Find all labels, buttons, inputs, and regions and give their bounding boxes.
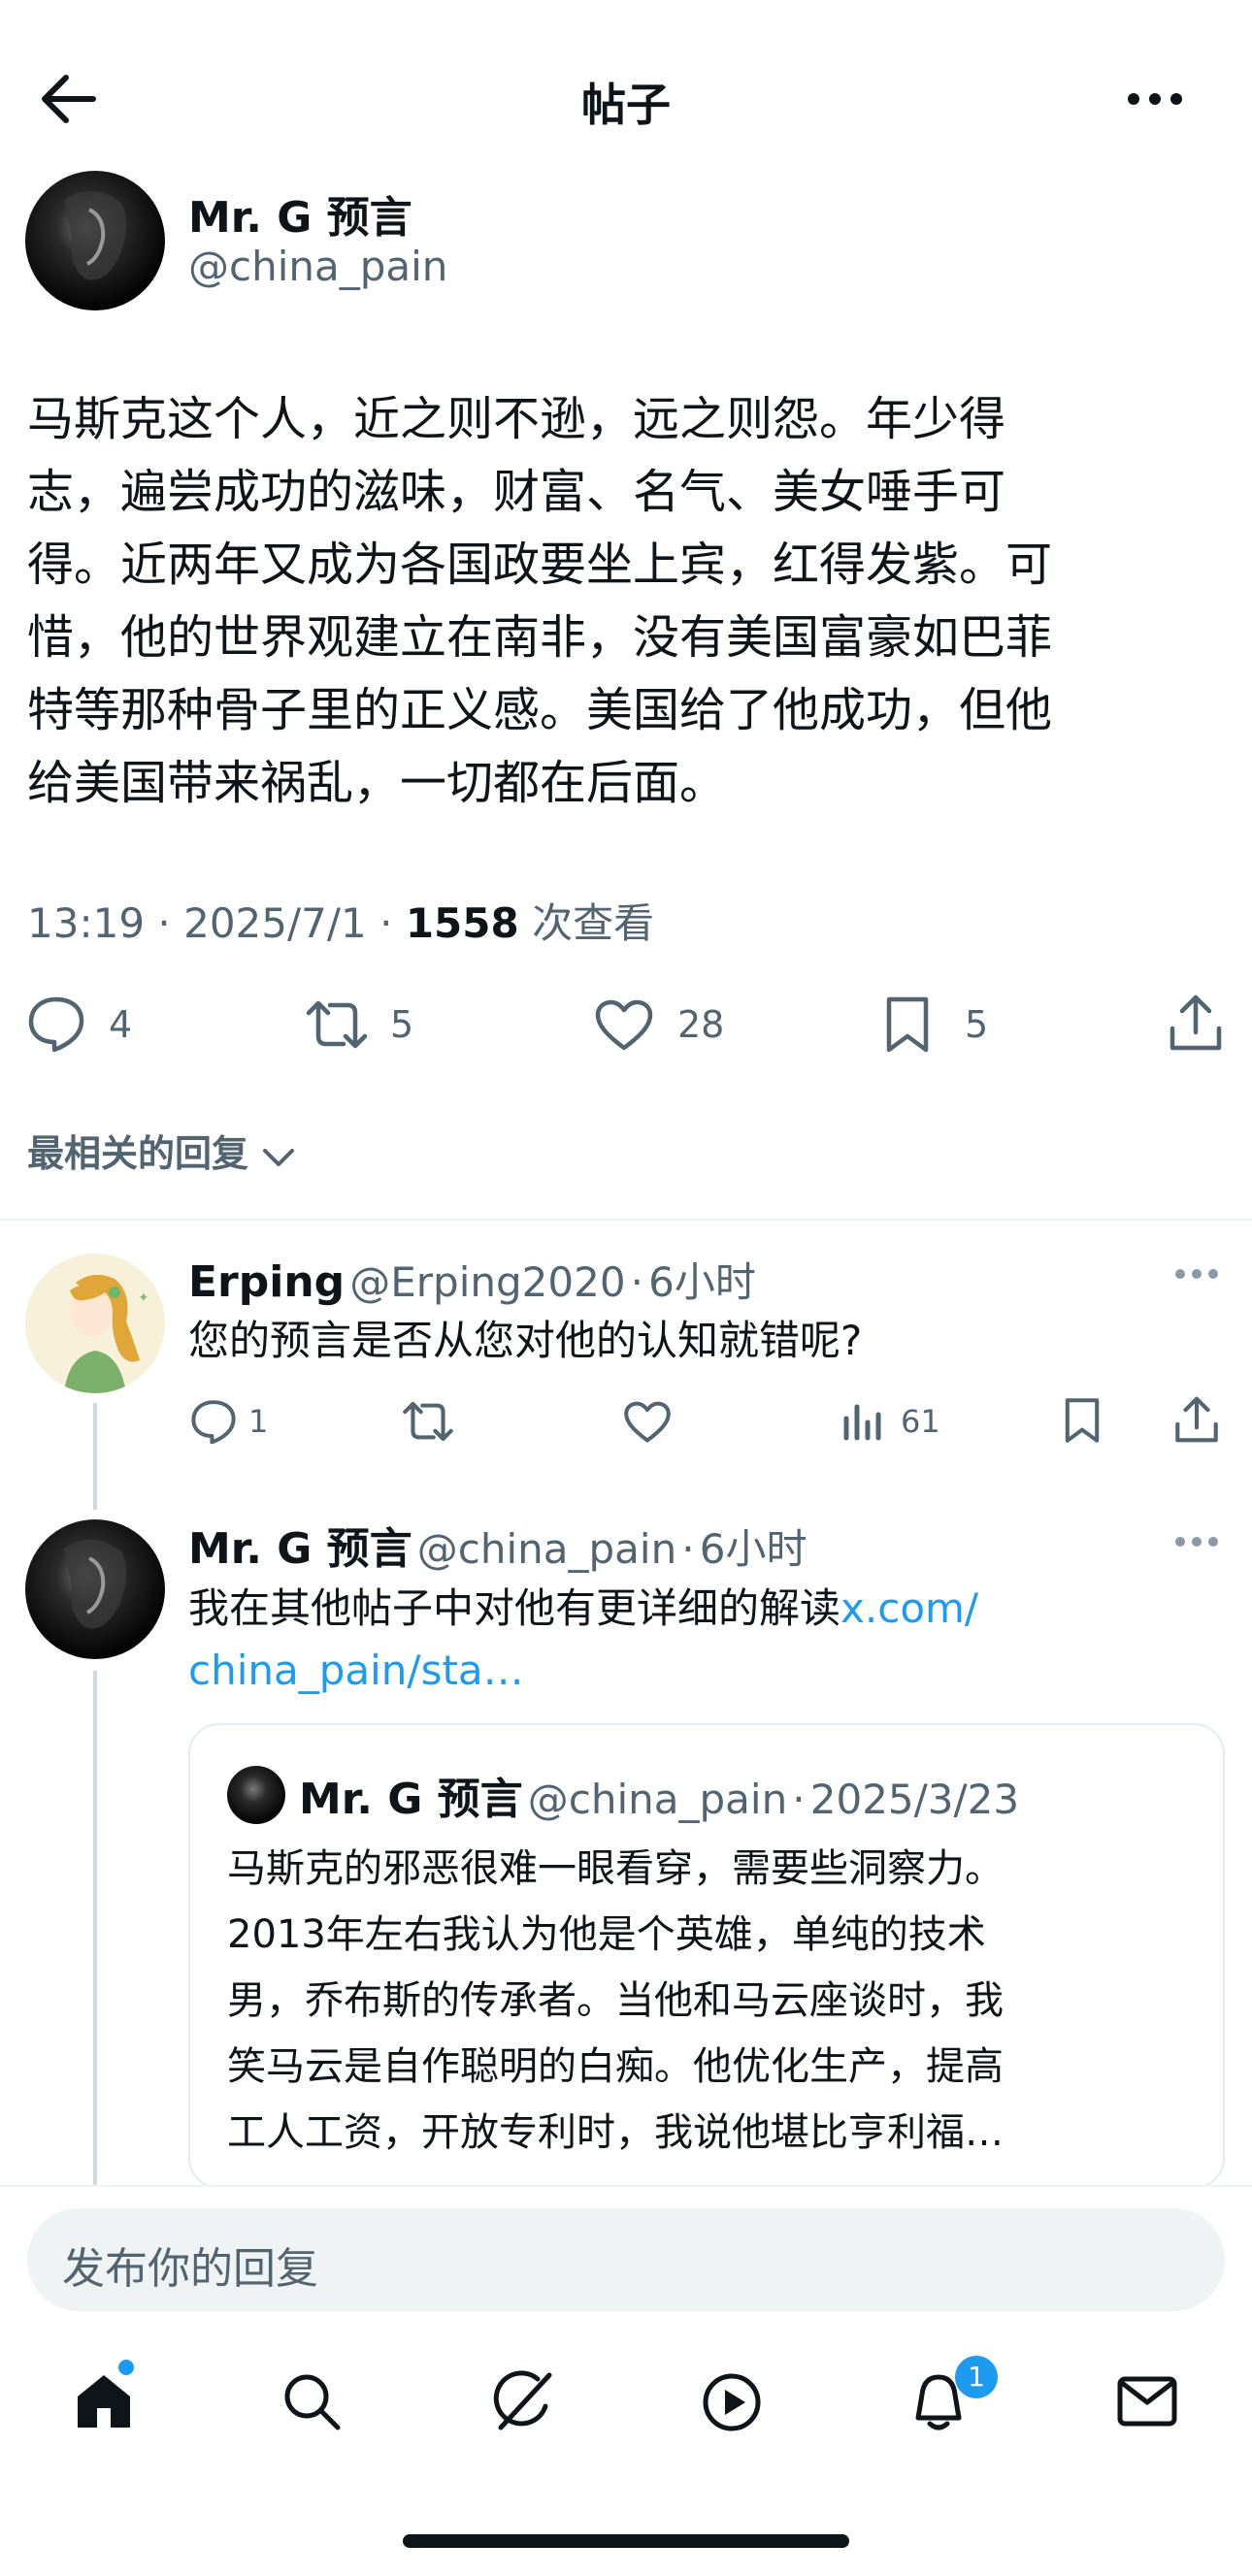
analytics-icon[interactable] <box>842 1401 883 1442</box>
reply-input[interactable]: 发布你的回复 <box>27 2208 1225 2311</box>
reply-link-continued[interactable]: china_pain/sta… <box>188 1647 524 1694</box>
repost-count: 5 <box>390 1003 414 1046</box>
avatar[interactable]: ✦ <box>25 1254 165 1393</box>
quote-body: 马斯克的邪恶很难一眼看穿，需要些洞察力。 2013年左右我认为他是个英雄，单纯的… <box>227 1836 1207 2166</box>
post-meta: 13:19 · 2025/7/1 · 1558 次查看 <box>27 899 655 947</box>
sort-replies-dropdown[interactable]: 最相关的回复 <box>27 1124 296 1177</box>
share-icon[interactable] <box>1169 994 1223 1052</box>
reply-author-handle[interactable]: @Erping2020 <box>349 1258 625 1306</box>
like-icon[interactable] <box>623 1401 672 1444</box>
post-body: 马斯克这个人，近之则不逊，远之则怨。年少得 志，遍尝成功的滋味，财富、名气、美女… <box>27 383 1231 820</box>
bookmark-count: 5 <box>965 1003 989 1046</box>
reply-header: Mr. G 预言 @china_pain · 6小时 <box>188 1524 807 1574</box>
sort-label: 最相关的回复 <box>27 1132 249 1175</box>
reply-input-placeholder: 发布你的回复 <box>62 2244 318 2294</box>
reply-text: 我在其他帖子中对他有更详细的解读x.com/ china_pain/sta… <box>188 1578 1217 1702</box>
home-indicator <box>403 2534 849 2548</box>
page-title: 帖子 <box>581 79 671 131</box>
quote-line: 2013年左右我认为他是个英雄，单纯的技术 <box>227 1912 986 1957</box>
repost-icon[interactable] <box>305 997 369 1052</box>
quote-author-name: Mr. G 预言 <box>299 1775 523 1824</box>
section-divider <box>0 1219 1252 1221</box>
chevron-down-icon <box>261 1145 296 1168</box>
reply-link[interactable]: x.com/ <box>840 1584 978 1632</box>
new-posts-dot <box>118 2360 134 2375</box>
bookmark-icon[interactable] <box>1064 1397 1101 1444</box>
post-line: 马斯克这个人，近之则不逊，远之则怨。年少得 <box>27 392 1006 446</box>
reply-author-name[interactable]: Erping <box>188 1257 345 1307</box>
post-line: 惜，他的世界观建立在南非，没有美国富豪如巴菲 <box>27 610 1053 665</box>
view-count: 61 <box>901 1403 940 1440</box>
post-time: 13:19 <box>27 899 146 947</box>
reply-age: 6小时 <box>648 1258 756 1306</box>
author-handle[interactable]: @china_pain <box>188 243 447 290</box>
share-icon[interactable] <box>1174 1395 1219 1444</box>
search-icon[interactable] <box>281 2371 342 2431</box>
more-options-icon[interactable] <box>1126 87 1184 111</box>
quote-author-handle: @china_pain <box>527 1776 788 1823</box>
reply-text-body: 我在其他帖子中对他有更详细的解读 <box>188 1584 841 1632</box>
more-options-icon[interactable] <box>1174 1535 1219 1549</box>
reply-count: 4 <box>109 1003 133 1046</box>
post-line: 给美国带来祸乱，一切都在后面。 <box>27 756 727 810</box>
video-play-icon[interactable] <box>701 2371 763 2433</box>
post-line: 志，遍尝成功的滋味，财富、名气、美女唾手可 <box>27 465 1006 519</box>
reply-icon[interactable] <box>190 1399 237 1444</box>
reply-icon[interactable] <box>27 995 85 1052</box>
thread-line <box>93 1671 97 2185</box>
view-label: 次查看 <box>532 899 655 947</box>
reply-count: 1 <box>248 1403 269 1440</box>
reply-author-name[interactable]: Mr. G 预言 <box>188 1524 412 1574</box>
reply-author-handle[interactable]: @china_pain <box>417 1525 676 1573</box>
reply-header: Erping @Erping2020 · 6小时 <box>188 1257 756 1307</box>
post-line: 得。近两年又成为各国政要坐上宾，红得发紫。可 <box>27 538 1053 592</box>
view-count: 1558 <box>405 899 519 947</box>
home-icon[interactable] <box>74 2371 134 2431</box>
post-date: 2025/7/1 <box>183 899 367 947</box>
thread-line <box>93 1403 97 1510</box>
like-count: 28 <box>677 1003 725 1046</box>
repost-icon[interactable] <box>402 1399 454 1444</box>
reply-age: 6小时 <box>699 1525 807 1573</box>
messages-icon[interactable] <box>1116 2375 1178 2428</box>
avatar[interactable] <box>25 1519 165 1659</box>
author-name[interactable]: Mr. G 预言 <box>188 182 412 245</box>
quote-line: 笑马云是自作聪明的白痴。他优化生产，提高 <box>227 2044 1004 2089</box>
reply-text: 您的预言是否从您对他的认知就错呢? <box>188 1317 863 1364</box>
avatar <box>227 1766 285 1824</box>
quote-header: Mr. G 预言 @china_pain · 2025/3/23 <box>299 1775 1020 1824</box>
like-icon[interactable] <box>594 999 654 1052</box>
more-options-icon[interactable] <box>1174 1267 1219 1281</box>
notification-badge: 1 <box>955 2356 998 2398</box>
quote-line: 工人工资，开放专利时，我说他堪比亨利福… <box>227 2110 1004 2155</box>
svg-text:✦: ✦ <box>138 1290 149 1306</box>
quote-line: 马斯克的邪恶很难一眼看穿，需要些洞察力。 <box>227 1846 1004 1891</box>
quote-line: 男，乔布斯的传承者。当他和马云座谈时，我 <box>227 1978 1004 2023</box>
bookmark-icon[interactable] <box>885 995 930 1054</box>
grok-icon[interactable] <box>489 2367 557 2435</box>
post-line: 特等那种骨子里的正义感。美国给了他成功，但他 <box>27 683 1053 737</box>
avatar[interactable] <box>25 171 165 310</box>
quote-date: 2025/3/23 <box>809 1776 1020 1823</box>
